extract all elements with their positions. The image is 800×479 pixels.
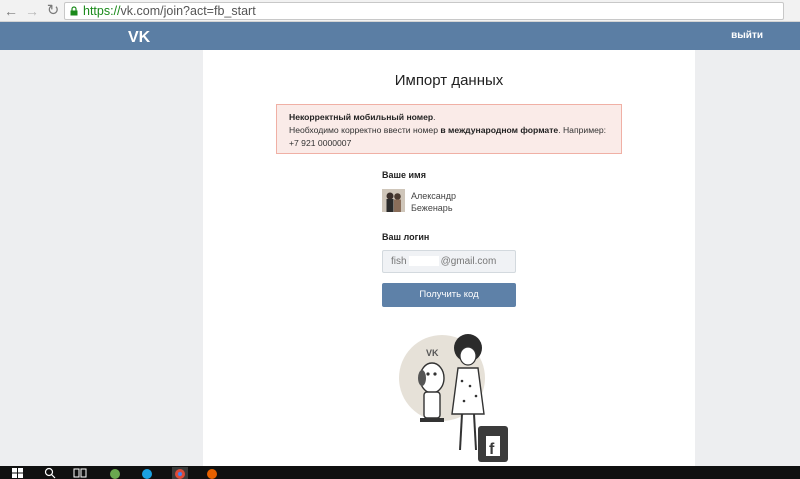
user-last-name: Беженарь [411, 203, 453, 213]
browser-toolbar: ← → ↻ https://vk.com/join?act=fb_start [0, 0, 800, 22]
error-title: Некорректный мобильный номер [289, 112, 434, 122]
login-input[interactable]: fish @gmail.com [382, 250, 516, 273]
error-message: Некорректный мобильный номер. Необходимо… [276, 104, 622, 154]
error-line-2: Необходимо корректно ввести номер в межд… [289, 125, 607, 135]
site-header: VK выйти [0, 22, 800, 50]
avatar [382, 189, 405, 212]
error-line-3: +7 921 0000007 [289, 138, 352, 148]
redacted-block [408, 256, 439, 267]
logout-link[interactable]: выйти [731, 30, 763, 41]
search-icon[interactable] [44, 467, 56, 479]
svg-text:VK: VK [128, 29, 151, 44]
os-taskbar [0, 466, 800, 479]
forward-arrow-icon[interactable]: → [24, 3, 40, 19]
name-label: Ваше имя [382, 170, 426, 180]
user-name: Александр Беженарь [411, 190, 491, 214]
import-card: Импорт данных Некорректный мобильный ном… [203, 50, 695, 466]
url-path: vk.com/join?act=fb_start [120, 4, 256, 18]
page-title: Импорт данных [394, 72, 504, 89]
vk-facebook-illustration: VK f [399, 334, 508, 462]
url-scheme: https:// [83, 4, 121, 18]
skype-icon[interactable] [140, 467, 154, 479]
app-icon[interactable] [108, 467, 122, 479]
login-value-start: fish [391, 256, 407, 267]
avatar-photo-icon [382, 189, 405, 212]
svg-text:VK: VK [426, 348, 439, 358]
get-code-button[interactable]: Получить код [382, 283, 516, 307]
login-label: Ваш логин [382, 232, 430, 242]
lock-icon [70, 6, 78, 16]
vk-logo-icon[interactable]: VK [128, 28, 152, 44]
error-line-1: Некорректный мобильный номер. [289, 112, 436, 122]
task-view-icon[interactable] [73, 467, 87, 479]
login-value-end: @gmail.com [440, 256, 497, 267]
user-first-name: Александр [411, 191, 457, 201]
firefox-icon[interactable] [205, 467, 219, 479]
address-bar[interactable]: https://vk.com/join?act=fb_start [64, 2, 784, 20]
svg-text:f: f [489, 441, 495, 458]
back-arrow-icon[interactable]: ← [3, 3, 19, 19]
chrome-icon[interactable] [172, 467, 188, 479]
windows-start-icon[interactable] [12, 467, 24, 479]
reload-icon[interactable]: ↻ [45, 3, 61, 19]
